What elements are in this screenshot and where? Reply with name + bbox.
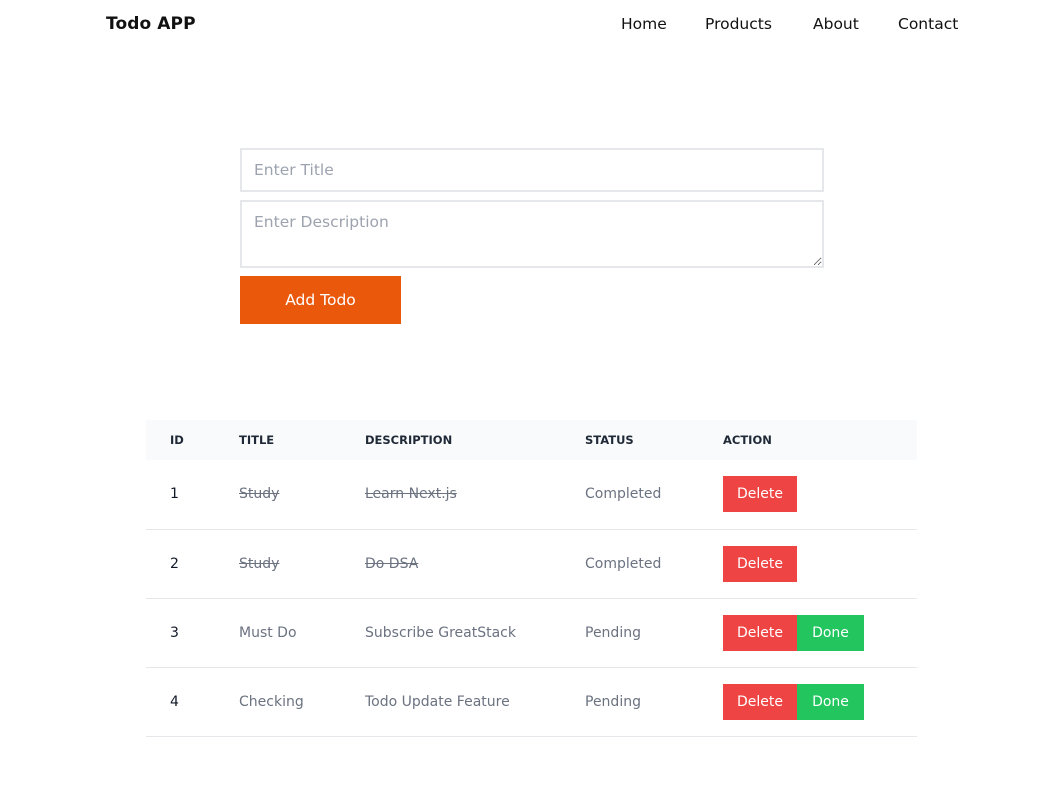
navbar: Todo APP Home Products About Contact: [0, 0, 1064, 50]
row-title: Study: [239, 460, 365, 530]
header-action: ACTION: [723, 433, 772, 447]
nav-about-link[interactable]: About: [813, 15, 859, 33]
row-id: 2: [146, 529, 239, 599]
row-status: Pending: [585, 598, 723, 668]
row-id: 3: [146, 598, 239, 668]
nav-contact-link[interactable]: Contact: [898, 15, 958, 33]
row-title: Study: [239, 529, 365, 599]
row-actions: Delete Done: [723, 598, 917, 668]
delete-button[interactable]: Delete: [723, 683, 797, 720]
header-id: ID: [170, 433, 184, 447]
row-status: Completed: [585, 460, 723, 530]
row-description: Todo Update Feature: [365, 667, 585, 737]
header-description: DESCRIPTION: [365, 433, 453, 447]
row-status: Pending: [585, 667, 723, 737]
table-row: 1 Study Learn Next.js Completed Delete: [146, 460, 917, 530]
description-input[interactable]: [240, 200, 824, 268]
row-id: 1: [146, 460, 239, 530]
row-actions: Delete: [723, 460, 917, 530]
row-description: Learn Next.js: [365, 460, 585, 530]
row-actions: Delete Done: [723, 667, 917, 737]
todo-table: ID TITLE DESCRIPTION STATUS ACTION 1 Stu…: [146, 420, 917, 737]
nav-products-link[interactable]: Products: [705, 15, 772, 33]
app-brand[interactable]: Todo APP: [106, 14, 196, 34]
row-title: Must Do: [239, 598, 365, 668]
row-title: Checking: [239, 667, 365, 737]
nav-home-link[interactable]: Home: [621, 15, 667, 33]
row-actions: Delete: [723, 529, 917, 599]
row-description: Do DSA: [365, 529, 585, 599]
table-row: 4 Checking Todo Update Feature Pending D…: [146, 667, 917, 737]
table-row: 3 Must Do Subscribe GreatStack Pending D…: [146, 598, 917, 668]
delete-button[interactable]: Delete: [723, 476, 797, 513]
row-status: Completed: [585, 529, 723, 599]
done-button[interactable]: Done: [797, 683, 864, 720]
title-input[interactable]: [240, 148, 824, 192]
header-title: TITLE: [239, 433, 275, 447]
row-id: 4: [146, 667, 239, 737]
row-description: Subscribe GreatStack: [365, 598, 585, 668]
delete-button[interactable]: Delete: [723, 545, 797, 582]
table-header: ID TITLE DESCRIPTION STATUS ACTION: [146, 420, 917, 460]
done-button[interactable]: Done: [797, 614, 864, 651]
table-row: 2 Study Do DSA Completed Delete: [146, 529, 917, 599]
add-todo-button[interactable]: Add Todo: [240, 276, 401, 324]
header-status: STATUS: [585, 433, 634, 447]
delete-button[interactable]: Delete: [723, 614, 797, 651]
